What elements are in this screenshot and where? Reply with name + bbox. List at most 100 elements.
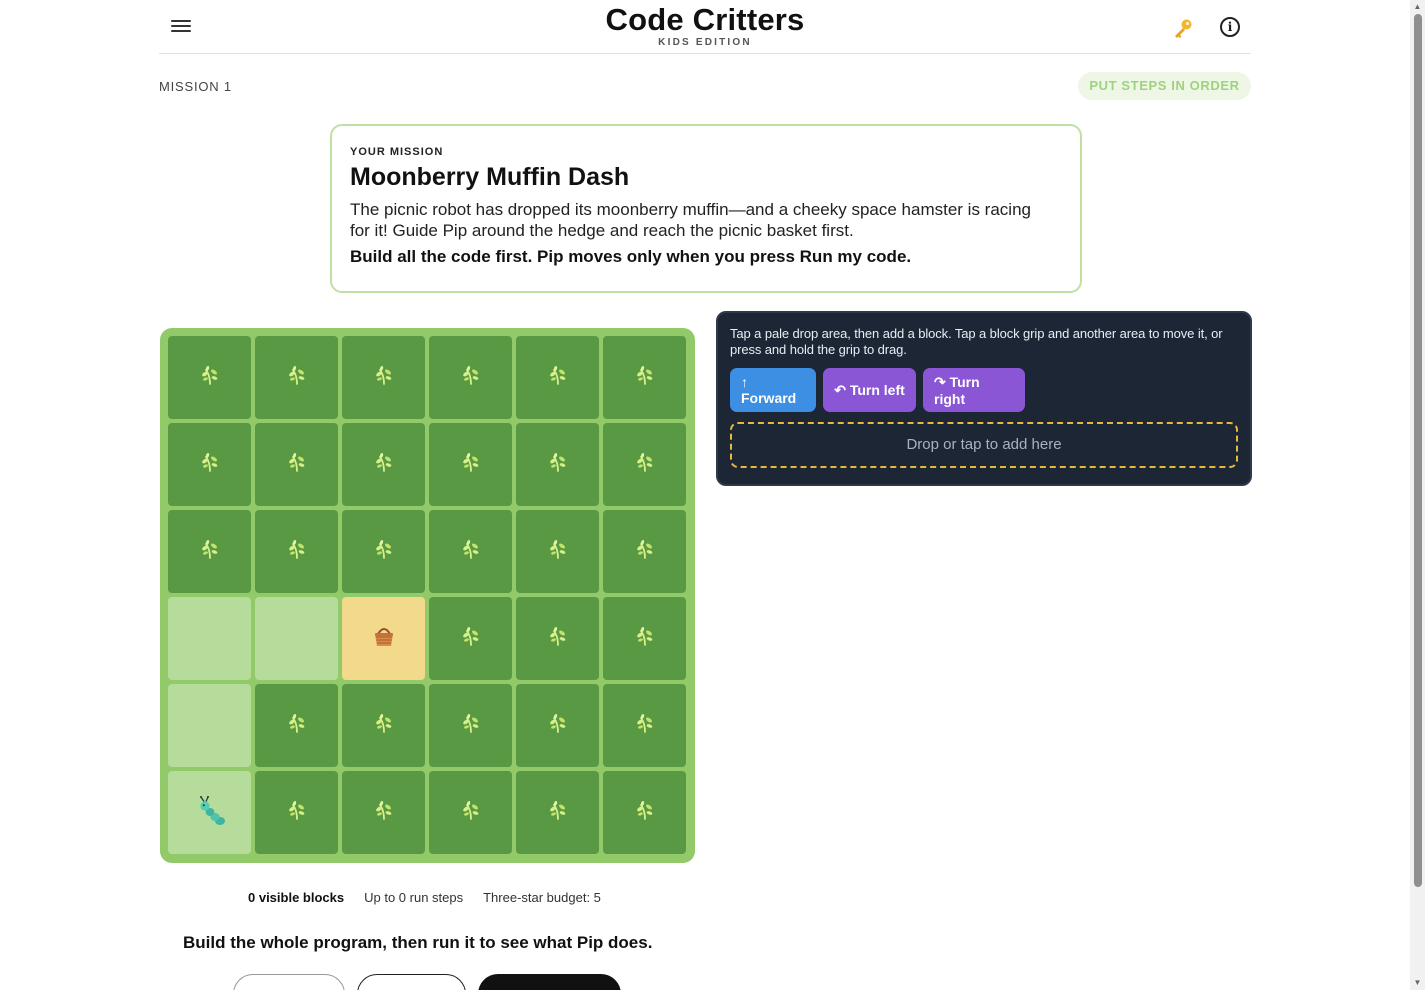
board-grid (168, 336, 688, 854)
run-code-button[interactable] (478, 974, 621, 990)
board-cell-grass (429, 510, 512, 593)
board-cell-grass (429, 597, 512, 680)
sprout-icon (198, 363, 222, 392)
secondary-button[interactable] (233, 974, 345, 990)
board-cell-grass (429, 423, 512, 506)
sprout-icon (546, 624, 570, 653)
board-cell-grass (168, 336, 251, 419)
board-cell-grass (342, 684, 425, 767)
sprout-icon (546, 798, 570, 827)
sprout-icon (546, 450, 570, 479)
sprout-icon (459, 450, 483, 479)
board-cell-grass (516, 336, 599, 419)
board-cell-grass (168, 510, 251, 593)
block-palette: ↑ Forward ↶ Turn left ↷ Turn right (730, 368, 1238, 412)
board-cell-grass (603, 336, 686, 419)
mission-title: Moonberry Muffin Dash (350, 163, 630, 191)
sprout-icon (198, 537, 222, 566)
board-cell-grass (255, 684, 338, 767)
board-cell-path (168, 684, 251, 767)
sprout-icon (633, 450, 657, 479)
board-cell-grass (603, 510, 686, 593)
board-cell-grass (516, 771, 599, 854)
board-cell-grass (255, 423, 338, 506)
game-board (160, 328, 695, 863)
board-cell-grass (429, 684, 512, 767)
mission-instruction: Build all the code first. Pip moves only… (350, 247, 912, 266)
board-cell-grass (255, 771, 338, 854)
mode-badge: PUT STEPS IN ORDER (1078, 72, 1251, 100)
board-cell-grass (255, 510, 338, 593)
sprout-icon (372, 537, 396, 566)
board-cell-grass (429, 771, 512, 854)
brand: Code Critters KIDS EDITION (159, 2, 1251, 48)
board-cell-grass (603, 597, 686, 680)
sprout-icon (285, 711, 309, 740)
drop-zone[interactable]: Drop or tap to add here (730, 422, 1238, 468)
sprout-icon (198, 450, 222, 479)
mission-label: MISSION 1 (159, 79, 232, 94)
turn-right-block[interactable]: ↷ Turn right (923, 368, 1025, 412)
sprout-icon (459, 711, 483, 740)
sprout-icon (633, 363, 657, 392)
app-subtitle: KIDS EDITION (658, 37, 752, 48)
sprout-icon (633, 537, 657, 566)
sprout-icon (372, 798, 396, 827)
sprout-icon (372, 363, 396, 392)
board-cell-path (255, 597, 338, 680)
board-cell-goal (342, 597, 425, 680)
sprout-icon (459, 363, 483, 392)
board-cell-grass (342, 336, 425, 419)
sprout-icon (633, 711, 657, 740)
star-budget: Three-star budget: 5 (483, 890, 601, 905)
key-icon[interactable] (1171, 16, 1195, 40)
sprout-icon (459, 798, 483, 827)
scroll-down-icon[interactable]: ▼ (1413, 979, 1422, 987)
program-stats: 0 visible blocks Up to 0 run steps Three… (248, 890, 601, 905)
mission-card: YOUR MISSION Moonberry Muffin Dash The p… (330, 124, 1082, 293)
sprout-icon (546, 363, 570, 392)
caterpillar-icon (192, 792, 228, 833)
board-cell-grass (516, 684, 599, 767)
scrollbar[interactable]: ▲ ▼ (1410, 0, 1425, 990)
sprout-icon (459, 624, 483, 653)
run-instruction: Build the whole program, then run it to … (183, 933, 653, 952)
sprout-icon (459, 537, 483, 566)
sprout-icon (546, 711, 570, 740)
board-cell-grass (603, 423, 686, 506)
board-cell-grass (516, 423, 599, 506)
board-cell-grass (603, 684, 686, 767)
sprout-icon (633, 624, 657, 653)
code-panel: Tap a pale drop area, then add a block. … (716, 311, 1252, 486)
run-steps-count: Up to 0 run steps (364, 890, 464, 905)
sprout-icon (285, 450, 309, 479)
forward-block[interactable]: ↑ Forward (730, 368, 816, 412)
panel-hint: Tap a pale drop area, then add a block. … (730, 326, 1223, 357)
board-cell-grass (342, 423, 425, 506)
sprout-icon (372, 711, 396, 740)
sprout-icon (633, 798, 657, 827)
sprout-icon (285, 363, 309, 392)
board-cell-path (168, 597, 251, 680)
board-cell-grass (168, 423, 251, 506)
basket-icon (371, 623, 397, 654)
board-cell-grass (255, 336, 338, 419)
board-cell-grass (429, 336, 512, 419)
board-cell-start (168, 771, 251, 854)
app-header: Code Critters KIDS EDITION i (159, 0, 1251, 54)
sprout-icon (372, 450, 396, 479)
info-icon[interactable]: i (1220, 17, 1240, 37)
scroll-thumb[interactable] (1414, 14, 1422, 887)
board-cell-grass (516, 597, 599, 680)
board-cell-grass (342, 771, 425, 854)
turn-left-block[interactable]: ↶ Turn left (823, 368, 916, 412)
board-cell-grass (516, 510, 599, 593)
sprout-icon (546, 537, 570, 566)
app-title: Code Critters (605, 2, 805, 37)
outline-button[interactable] (357, 974, 466, 990)
sprout-icon (285, 798, 309, 827)
mission-description: The picnic robot has dropped its moonber… (350, 200, 1031, 240)
board-cell-grass (603, 771, 686, 854)
scroll-up-icon[interactable]: ▲ (1413, 3, 1422, 11)
visible-blocks-count: 0 visible blocks (248, 890, 345, 905)
